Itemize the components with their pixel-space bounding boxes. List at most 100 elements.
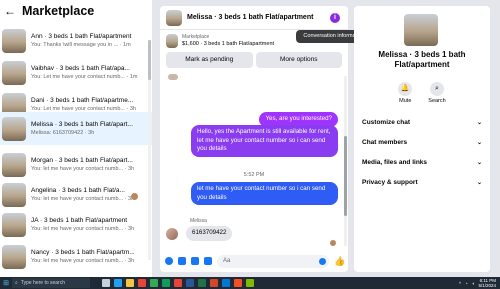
sidebar-scrollbar[interactable] (148, 40, 151, 260)
seen-avatar (131, 193, 138, 200)
listing-thumbnail (2, 182, 26, 207)
sidebar-header: ← Marketplace (0, 0, 152, 22)
conversation-item[interactable]: Ann · 3 beds 1 bath Flat/apartment You: … (0, 24, 152, 57)
conversation-preview: You: Thanks \will message you in ... · 1… (31, 42, 131, 48)
listing-thumbnail (2, 212, 26, 237)
sticker-icon[interactable] (191, 257, 199, 265)
conversation-title: Morgan · 3 beds 1 bath Flat/apart... (31, 157, 133, 164)
search-icon: ⌕ (15, 280, 18, 286)
conversation-title: Ann · 3 beds 1 bath Flat/apartment (31, 33, 132, 40)
sender-name: Melissa (190, 218, 207, 224)
listing-thumbnail (2, 28, 26, 53)
gif-icon[interactable] (204, 257, 212, 265)
section-label: Media, files and links (362, 158, 428, 166)
conversation-title: JA · 3 beds 1 bath Flat/apartment (31, 217, 128, 224)
message-input-placeholder: Aa (223, 257, 231, 264)
search-button[interactable]: ⌕ Search (428, 82, 446, 104)
taskbar-search[interactable]: ⌕ Type here to search (12, 278, 90, 288)
image-icon[interactable] (178, 257, 186, 265)
conversation-preview: You: let me have your contact numb... · … (31, 196, 135, 202)
outgoing-message: let me have your contact number so i can… (191, 182, 338, 205)
listing-thumbnail (2, 244, 26, 269)
listing-name: Melissa · 3 beds 1 bath Flat/apartment (378, 50, 466, 69)
conversation-preview: You: let me have your contact numb... · … (31, 226, 135, 232)
chevron-down-icon: ⌄ (476, 159, 482, 166)
conversation-sidebar: ← Marketplace Ann · 3 beds 1 bath Flat/a… (0, 0, 152, 277)
chat-members-section[interactable]: Chat members ⌄ (362, 136, 482, 148)
privacy-support-section[interactable]: Privacy & support ⌄ (362, 176, 482, 188)
file-explorer-icon[interactable] (126, 279, 134, 287)
back-arrow-icon[interactable]: ← (4, 4, 16, 18)
listing-details: $1,600 · 3 beds 1 bath Flat/apartment (182, 41, 275, 47)
listing-image (404, 14, 438, 46)
conversation-preview: You: let me have your contact numb... · … (31, 166, 135, 172)
mute-button[interactable]: 🔔 Mute (398, 82, 413, 104)
section-label: Customize chat (362, 118, 411, 126)
conversation-item[interactable]: Angelina · 3 beds 1 bath Flat/a... You: … (0, 178, 152, 211)
more-options-button[interactable]: More options (255, 52, 342, 68)
app-icon[interactable] (162, 279, 170, 287)
app-icon[interactable] (246, 279, 254, 287)
conversation-info-panel: Melissa · 3 beds 1 bath Flat/apartment 🔔… (354, 6, 490, 272)
media-files-links-section[interactable]: Media, files and links ⌄ (362, 156, 482, 168)
network-icon[interactable]: ◔ (465, 281, 468, 286)
chat-panel: Melissa · 3 beds 1 bath Flat/apartment i… (160, 6, 348, 272)
sidebar-title: Marketplace (22, 4, 95, 18)
outgoing-message: Hello, yes the Apartment is still availa… (191, 125, 338, 157)
thumbs-up-icon[interactable]: 👍 (334, 256, 345, 266)
conversation-preview: You: Let me have your contact numb... · … (31, 74, 138, 80)
system-tray: ^ ◔ ◖ 6:11 PM 5/1/2024 (459, 278, 500, 288)
windows-taskbar: ⊞ ⌕ Type here to search ^ ◔ ◖ 6:11 PM 5/… (0, 277, 500, 289)
conversation-title: Dani · 3 beds 1 bath Flat/apartme... (31, 97, 134, 104)
edge-icon[interactable] (114, 279, 122, 287)
section-label: Chat members (362, 138, 408, 146)
listing-thumbnail (2, 60, 26, 85)
microphone-icon[interactable] (165, 257, 173, 265)
section-label: Privacy & support (362, 178, 418, 186)
message-timestamp: 5:52 PM (243, 172, 265, 178)
search-icon: ⌕ (430, 82, 444, 96)
conversation-item[interactable]: JA · 3 beds 1 bath Flat/apartment You: l… (0, 208, 152, 241)
excel-icon[interactable] (198, 279, 206, 287)
outlook-icon[interactable] (222, 279, 230, 287)
app-icon[interactable] (174, 279, 182, 287)
word-icon[interactable] (186, 279, 194, 287)
app-icon[interactable] (138, 279, 146, 287)
chat-scrollbar[interactable] (344, 76, 347, 246)
conversation-item[interactable]: Morgan · 3 beds 1 bath Flat/apart... You… (0, 148, 152, 181)
conversation-title: Vaibhav · 3 beds 1 bath Flat/apa... (31, 65, 130, 72)
chat-listing-thumbnail (166, 9, 182, 26)
app-icon[interactable] (234, 279, 242, 287)
chevron-up-icon[interactable]: ^ (459, 281, 461, 286)
chevron-down-icon: ⌄ (476, 179, 482, 186)
conversation-title: Melissa · 3 beds 1 bath Flat/apart... (31, 121, 133, 128)
windows-start-icon[interactable]: ⊞ (0, 277, 12, 289)
conversation-preview: Melissa: 6163709422 · 3h (31, 130, 95, 136)
conversation-preview: You: let me have your contact numb... · … (31, 258, 135, 264)
info-icon[interactable]: i (330, 13, 340, 23)
message-thread: Yes, are you interested? Hello, yes the … (160, 70, 348, 250)
volume-icon[interactable]: ◖ (472, 281, 475, 286)
conversation-item[interactable]: Vaibhav · 3 beds 1 bath Flat/apa... You:… (0, 56, 152, 89)
powerpoint-icon[interactable] (210, 279, 218, 287)
conversation-item-active[interactable]: Melissa · 3 beds 1 bath Flat/apart... Me… (0, 112, 152, 145)
clock[interactable]: 6:11 PM 5/1/2024 (478, 278, 496, 288)
listing-thumbnail (2, 152, 26, 177)
chrome-icon[interactable] (150, 279, 158, 287)
conversation-title: Angelina · 3 beds 1 bath Flat/a... (31, 187, 125, 194)
incoming-message: 6163709422 (186, 226, 233, 241)
customize-chat-section[interactable]: Customize chat ⌄ (362, 116, 482, 128)
contact-avatar (168, 74, 178, 80)
taskbar-search-placeholder: Type here to search (20, 280, 66, 286)
message-input[interactable]: Aa (217, 254, 329, 268)
mark-as-pending-button[interactable]: Mark as pending (166, 52, 253, 68)
chat-header: Melissa · 3 beds 1 bath Flat/apartment i (160, 6, 348, 30)
read-receipt-avatar (330, 240, 336, 246)
task-view-icon[interactable] (102, 279, 110, 287)
emoji-icon[interactable] (319, 257, 326, 265)
chat-title[interactable]: Melissa · 3 beds 1 bath Flat/apartment (187, 14, 313, 21)
conversation-item[interactable]: Nancy · 3 beds 1 bath Flat/apartm... You… (0, 240, 152, 273)
chevron-down-icon: ⌄ (476, 139, 482, 146)
contact-avatar (166, 228, 178, 240)
bell-icon: 🔔 (398, 82, 413, 96)
